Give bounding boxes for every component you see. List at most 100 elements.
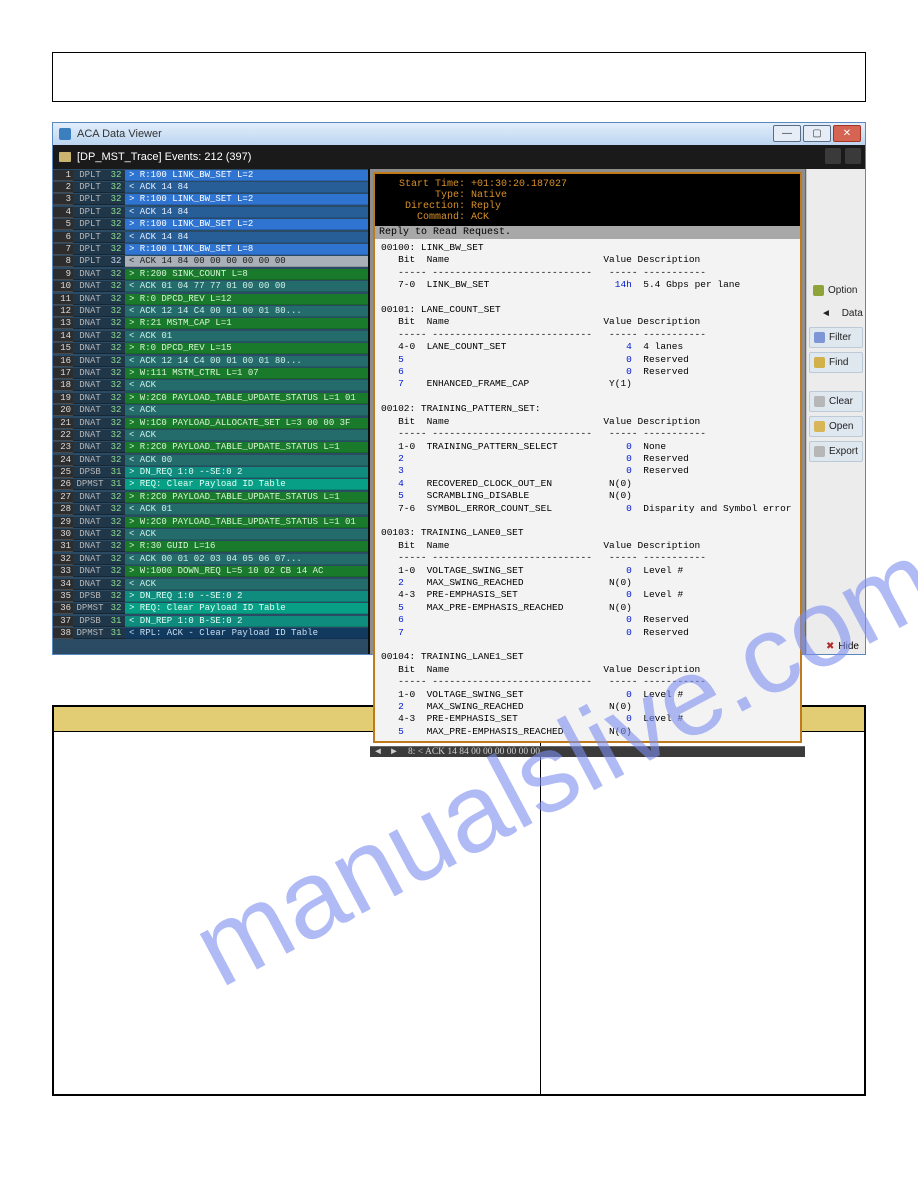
events-panel[interactable]: 1DPLT32> R:100 LINK_BW_SET L=22DPLT32< A… [53,169,370,654]
event-row[interactable]: 16DNAT32< ACK 12 14 C4 00 01 00 01 80... [53,355,368,367]
event-size: 32 [107,455,125,466]
event-size: 32 [107,368,125,379]
event-row[interactable]: 35DPSB32> DN_REQ 1:0 --SE:0 2 [53,590,368,602]
event-index: 24 [53,455,73,466]
event-row[interactable]: 11DNAT32> R:0 DPCD_REV L=12 [53,293,368,305]
event-row[interactable]: 2DPLT32< ACK 14 84 [53,181,368,193]
event-text: > R:30 GUID L=16 [125,541,368,552]
event-type: DNAT [73,393,107,404]
header-blank-box [52,52,866,102]
event-type: DNAT [73,566,107,577]
event-row[interactable]: 10DNAT32< ACK 01 04 77 77 01 00 00 00 [53,281,368,293]
decode-scrollbar[interactable]: ◄ ► 8: < ACK 14 84 00 00 00 00 00 00 [370,746,805,757]
event-size: 32 [107,256,125,267]
scroll-right-icon[interactable]: ► [386,747,402,757]
event-text: < ACK 12 14 C4 00 01 00 01 80... [125,306,368,317]
event-row[interactable]: 29DNAT32> W:2C0 PAYLOAD_TABLE_UPDATE_STA… [53,516,368,528]
event-size: 32 [107,269,125,280]
window-titlebar[interactable]: ACA Data Viewer — ▢ ✕ [53,123,865,145]
event-row[interactable]: 4DPLT32< ACK 14 84 [53,206,368,218]
event-row[interactable]: 13DNAT32> R:21 MSTM_CAP L=1 [53,318,368,330]
event-row[interactable]: 27DNAT32> R:2C0 PAYLOAD_TABLE_UPDATE_STA… [53,491,368,503]
event-index: 2 [53,182,73,193]
event-text: < ACK 14 84 [125,182,368,193]
maximize-icon: ▢ [812,129,821,139]
clear-button[interactable]: Clear [809,391,863,412]
event-text: > W:1000 DOWN_REQ L=5 10 02 CB 14 AC [125,566,368,577]
event-index: 26 [53,479,73,490]
event-type: DNAT [73,306,107,317]
event-text: > R:200 SINK_COUNT L=8 [125,269,368,280]
event-size: 31 [107,616,125,627]
event-index: 20 [53,405,73,416]
event-type: DPMST [73,603,107,614]
event-type: DPLT [73,232,107,243]
filter-button[interactable]: Filter [809,327,863,348]
event-size: 32 [107,306,125,317]
event-row[interactable]: 38DPMST31< RPL: ACK - Clear Payload ID T… [53,627,368,639]
event-text: < ACK 14 84 [125,207,368,218]
close-icon: ✕ [843,129,851,139]
option-button[interactable]: Option [809,281,863,300]
find-button[interactable]: Find [809,352,863,373]
event-index: 7 [53,244,73,255]
search-icon[interactable] [825,148,841,164]
event-row[interactable]: 17DNAT32> W:111 MSTM_CTRL L=1 07 [53,367,368,379]
maximize-button[interactable]: ▢ [803,125,831,142]
event-row[interactable]: 26DPMST31> REQ: Clear Payload ID Table [53,479,368,491]
event-row[interactable]: 21DNAT32> W:1C0 PAYLOAD_ALLOCATE_SET L=3… [53,417,368,429]
event-row[interactable]: 34DNAT32< ACK [53,578,368,590]
event-row[interactable]: 18DNAT32< ACK [53,380,368,392]
event-row[interactable]: 1DPLT32> R:100 LINK_BW_SET L=2 [53,169,368,181]
event-row[interactable]: 32DNAT32< ACK 00 01 02 03 04 05 06 07... [53,553,368,565]
hide-button[interactable]: ✖ Hide [820,639,865,654]
event-row[interactable]: 15DNAT32> R:0 DPCD_REV L=15 [53,342,368,354]
decode-header: Start Time: +01:30:20.187027 Type: Nativ… [375,174,800,226]
event-index: 31 [53,541,73,552]
event-row[interactable]: 14DNAT32< ACK 01 [53,330,368,342]
event-type: DNAT [73,269,107,280]
event-row[interactable]: 9DNAT32> R:200 SINK_COUNT L=8 [53,268,368,280]
event-row[interactable]: 24DNAT32< ACK 00 [53,454,368,466]
event-text: > R:100 LINK_BW_SET L=2 [125,194,368,205]
event-type: DNAT [73,405,107,416]
event-row[interactable]: 8DPLT32< ACK 14 84 00 00 00 00 00 00 [53,256,368,268]
event-row[interactable]: 6DPLT32< ACK 14 84 [53,231,368,243]
event-row[interactable]: 23DNAT32> R:2C0 PAYLOAD_TABLE_UPDATE_STA… [53,442,368,454]
scroll-left-icon[interactable]: ◄ [370,747,386,757]
event-size: 31 [107,467,125,478]
event-text: > R:100 LINK_BW_SET L=2 [125,170,368,181]
minimize-button[interactable]: — [773,125,801,142]
event-row[interactable]: 31DNAT32> R:30 GUID L=16 [53,541,368,553]
event-size: 32 [107,418,125,429]
filter-icon [814,332,825,343]
event-row[interactable]: 22DNAT32< ACK [53,429,368,441]
export-button[interactable]: Export [809,441,863,462]
event-index: 4 [53,207,73,218]
event-row[interactable]: 36DPMST32> REQ: Clear Payload ID Table [53,603,368,615]
open-button[interactable]: Open [809,416,863,437]
event-row[interactable]: 3DPLT32> R:100 LINK_BW_SET L=2 [53,194,368,206]
dropdown-icon[interactable] [845,148,861,164]
event-row[interactable]: 25DPSB31> DN_REQ 1:0 --SE:0 2 [53,466,368,478]
event-text: < ACK 01 04 77 77 01 00 00 00 [125,281,368,292]
event-row[interactable]: 7DPLT32> R:100 LINK_BW_SET L=8 [53,243,368,255]
event-row[interactable]: 5DPLT32> R:100 LINK_BW_SET L=2 [53,219,368,231]
event-row[interactable]: 28DNAT32< ACK 01 [53,504,368,516]
event-row[interactable]: 12DNAT32< ACK 12 14 C4 00 01 00 01 80... [53,305,368,317]
event-row[interactable]: 33DNAT32> W:1000 DOWN_REQ L=5 10 02 CB 1… [53,566,368,578]
find-icon [814,357,825,368]
event-text: > R:100 LINK_BW_SET L=8 [125,244,368,255]
event-size: 32 [107,430,125,441]
decode-subtitle: Reply to Read Request. [375,226,800,239]
data-button[interactable]: ◄ Data [809,304,863,323]
event-type: DPLT [73,182,107,193]
close-button[interactable]: ✕ [833,125,861,142]
register-text[interactable]: 00100: LINK_BW_SET Bit Name Value Descri… [375,239,800,741]
event-row[interactable]: 20DNAT32< ACK [53,404,368,416]
event-row[interactable]: 37DPSB31< DN_REP 1:0 B-SE:0 2 [53,615,368,627]
event-size: 32 [107,170,125,181]
event-row[interactable]: 19DNAT32> W:2C0 PAYLOAD_TABLE_UPDATE_STA… [53,392,368,404]
folder-icon [59,152,71,162]
event-row[interactable]: 30DNAT32< ACK [53,528,368,540]
